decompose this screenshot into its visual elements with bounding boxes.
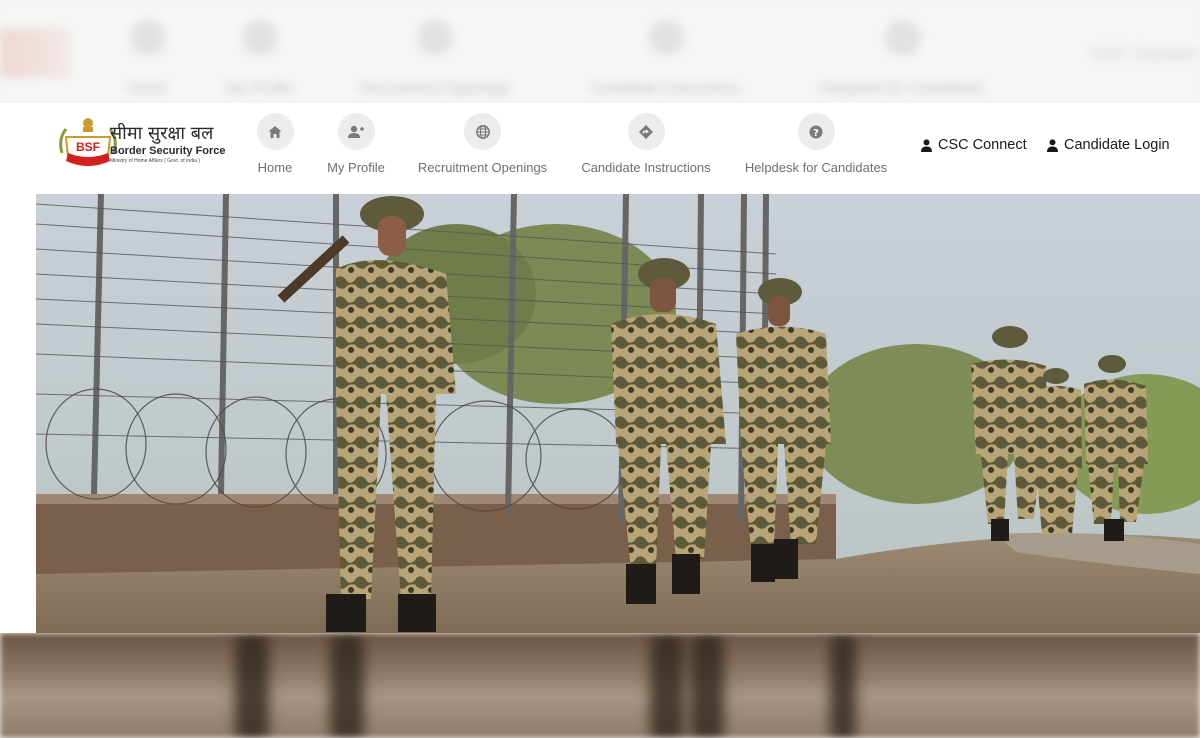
blurred-nav-item: My Profile [212, 20, 307, 97]
nav-recruitment-openings[interactable]: Recruitment Openings [413, 113, 552, 175]
soldiers-patrol-illustration [36, 194, 1200, 633]
direction-sign-icon [627, 113, 665, 150]
nav-my-profile-label: My Profile [327, 160, 385, 175]
blurred-logo [0, 28, 70, 78]
blurred-nav-item: Candidate Instructions [568, 20, 763, 97]
nav-recruitment-openings-label: Recruitment Openings [417, 160, 548, 175]
user-icon [1047, 138, 1058, 152]
blurred-background-header: Home My Profile Recruitment Openings Can… [0, 0, 1200, 103]
user-plus-icon [337, 113, 375, 150]
globe-icon [464, 113, 501, 150]
home-icon [256, 113, 294, 150]
page: Home My Profile Recruitment Openings Can… [0, 0, 1200, 738]
csc-connect-link[interactable]: CSC Connect [921, 137, 1027, 153]
hero-banner-image [36, 194, 1200, 633]
nav-helpdesk[interactable]: ? Helpdesk for Candidates [741, 113, 891, 175]
candidate-login-label: Candidate Login [1064, 137, 1170, 153]
nav-candidate-instructions-label: Candidate Instructions [581, 160, 711, 175]
brand-ministry: Ministry of Home Affairs ( Govt. of Indi… [110, 158, 200, 164]
left-gutter [0, 103, 36, 633]
blurred-nav-item: Helpdesk for Candidates [800, 20, 1005, 97]
candidate-login-link[interactable]: Candidate Login [1047, 137, 1170, 153]
question-icon: ? [797, 113, 835, 150]
brand-block: सीमा सुरक्षा बल Border Security Force Mi… [110, 123, 226, 165]
nav-home-label: Home [257, 160, 293, 175]
svg-text:BSF: BSF [76, 140, 100, 154]
blurred-nav-item: Home [110, 20, 185, 97]
svg-text:?: ? [813, 127, 819, 138]
nav-home[interactable]: Home [239, 113, 311, 175]
user-icon [921, 138, 932, 152]
blurred-nav-item: Recruitment Openings [340, 20, 530, 97]
site-header: BSF सीमा सुरक्षा बल Border Security Forc… [36, 103, 1200, 194]
nav-candidate-instructions[interactable]: Candidate Instructions [576, 113, 716, 175]
blurred-csc-link: CSC Connect [1091, 44, 1195, 63]
nav-my-profile[interactable]: My Profile [316, 113, 396, 175]
nav-helpdesk-label: Helpdesk for Candidates [744, 160, 888, 175]
brand-name-english: Border Security Force [110, 145, 226, 157]
blurred-background-ground [0, 633, 1200, 738]
csc-connect-label: CSC Connect [938, 137, 1027, 153]
brand-name-hindi: सीमा सुरक्षा बल [110, 123, 214, 144]
